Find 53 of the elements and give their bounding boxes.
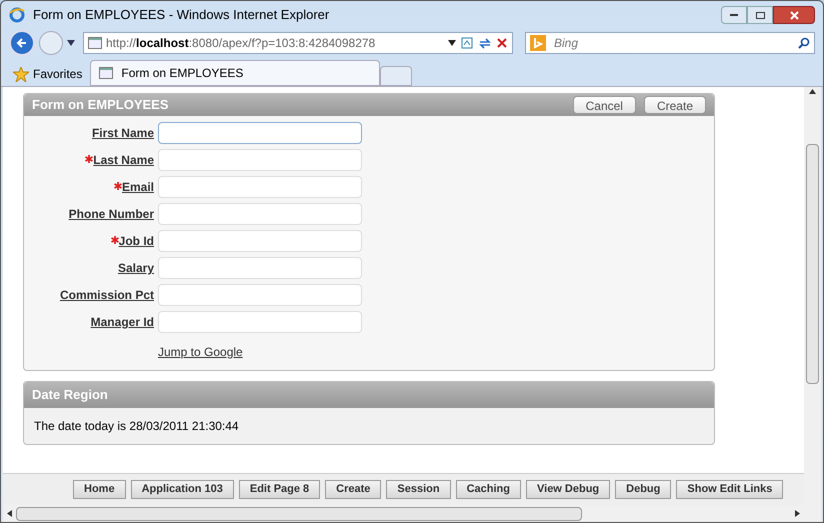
scroll-up-icon[interactable] [809,89,816,94]
toolbar-button[interactable]: Debug [615,480,672,499]
toolbar-button[interactable]: Edit Page 8 [238,480,320,499]
refresh-icon[interactable] [478,36,492,50]
search-input[interactable]: Bing [554,34,790,52]
page-icon [99,67,114,79]
region-button[interactable]: Create [644,96,706,114]
back-arrow-icon [16,37,28,49]
close-icon [790,10,798,20]
field-label[interactable]: Job Id [118,232,154,250]
toolbar-button[interactable]: Application 103 [130,480,234,499]
field-label[interactable]: Commission Pct [60,286,154,304]
field-label[interactable]: Phone Number [68,205,154,223]
toolbar-button[interactable]: Session [386,480,451,499]
page-icon [88,37,102,49]
window-title: Form on EMPLOYEES - Windows Internet Explorer [33,6,330,24]
toolbar-button[interactable]: Caching [456,480,521,499]
url-text: http://localhost:8080/apex/f?p=103:8:4284098278 [106,35,376,52]
dropdown-arrow-icon[interactable] [67,40,75,46]
region-title: Date Region [32,386,108,404]
vertical-scrollbar[interactable] [804,87,821,522]
favorites-button[interactable]: Favorites [5,62,90,86]
compatibility-icon[interactable] [460,36,474,50]
maximize-button[interactable] [747,6,773,24]
browser-tab[interactable]: Form on EMPLOYEES [90,60,380,86]
field-label[interactable]: Email [122,178,154,196]
toolbar-button[interactable]: View Debug [526,480,610,499]
scroll-left-icon[interactable] [7,510,12,517]
close-button[interactable] [773,6,815,24]
field-label[interactable]: Manager Id [90,313,154,331]
search-provider-icon [530,35,546,51]
field-label[interactable]: Last Name [93,151,154,169]
field-label[interactable]: First Name [92,124,154,142]
address-field[interactable]: http://localhost:8080/apex/f?p=103:8:4284098278 [83,32,513,54]
scroll-right-icon[interactable] [795,510,800,517]
region-button[interactable]: Cancel [572,96,636,114]
close-icon[interactable] [496,37,508,49]
search-icon[interactable] [798,37,810,49]
region-title: Form on EMPLOYEES [32,96,169,114]
jump-link[interactable]: Jump to Google [158,345,243,359]
toolbar-button[interactable]: Create [325,480,382,499]
star-icon [13,66,29,82]
minimize-button[interactable] [721,6,747,24]
back-button[interactable] [9,30,35,56]
toolbar-button[interactable]: Show Edit Links [676,480,784,499]
dropdown-arrow-icon[interactable] [448,40,456,46]
horizontal-scrollbar[interactable] [3,505,804,522]
field-label[interactable]: Salary [118,259,154,277]
browser-logo-icon [9,7,25,23]
date-text: The date today is 28/03/2011 21:30:44 [34,419,239,433]
toolbar-button[interactable]: Home [73,480,126,499]
search-field[interactable]: Bing [525,32,815,54]
input-field[interactable] [158,122,362,144]
